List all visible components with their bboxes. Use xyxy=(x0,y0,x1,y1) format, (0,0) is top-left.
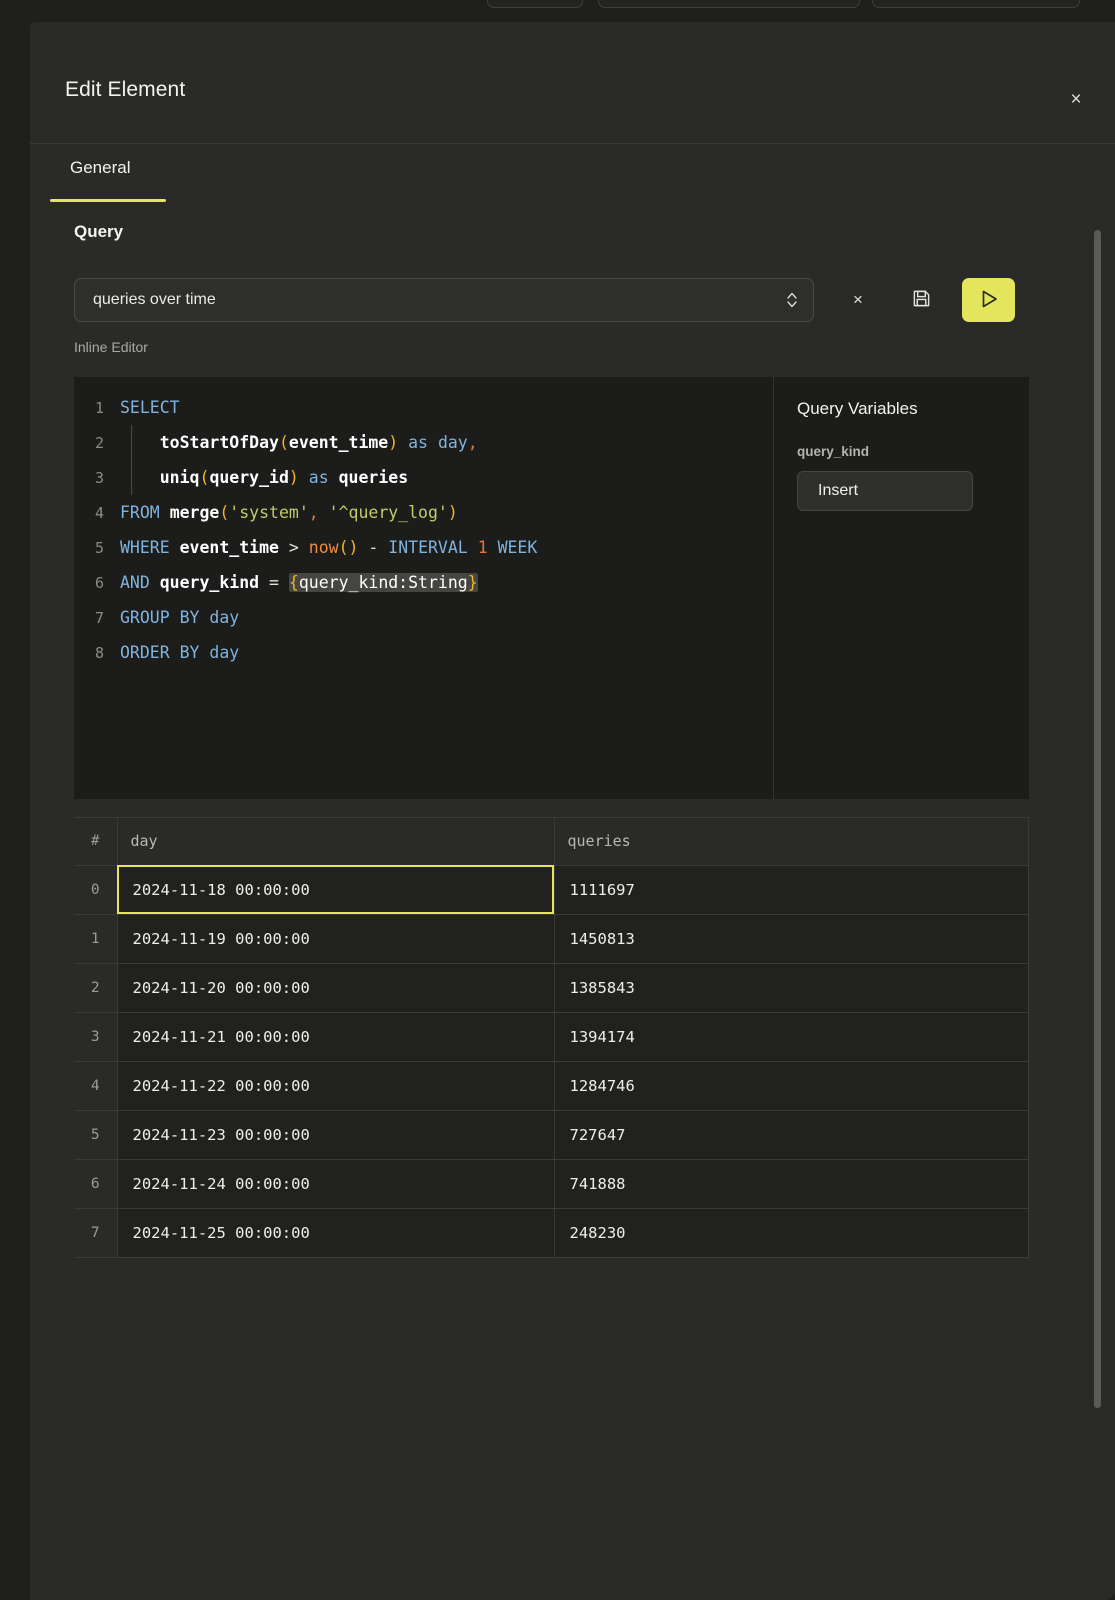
tab-general[interactable]: General xyxy=(70,158,130,192)
line-number: 6 xyxy=(74,574,120,592)
cell-day[interactable]: 2024-11-18 00:00:00 xyxy=(117,865,554,914)
table-row[interactable]: 12024-11-19 00:00:001450813 xyxy=(74,914,1029,963)
row-index-cell: 2 xyxy=(74,963,117,1012)
row-index-cell: 6 xyxy=(74,1159,117,1208)
cell-queries[interactable]: 1450813 xyxy=(554,914,1029,963)
sql-editor-area: 1 SELECT 2 toStartOfDay(event_time) as d… xyxy=(74,377,1029,799)
modal-header: Edit Element × xyxy=(30,22,1115,144)
column-header-day[interactable]: day xyxy=(117,818,554,865)
cell-day[interactable]: 2024-11-21 00:00:00 xyxy=(117,1012,554,1061)
cell-queries[interactable]: 1394174 xyxy=(554,1012,1029,1061)
table-row[interactable]: 32024-11-21 00:00:001394174 xyxy=(74,1012,1029,1061)
cell-day[interactable]: 2024-11-22 00:00:00 xyxy=(117,1061,554,1110)
row-index-cell: 5 xyxy=(74,1110,117,1159)
query-toolbar: queries over time × xyxy=(74,278,1069,322)
insert-variable-button[interactable]: Insert xyxy=(797,471,973,511)
row-index-cell: 4 xyxy=(74,1061,117,1110)
table-row[interactable]: 22024-11-20 00:00:001385843 xyxy=(74,963,1029,1012)
play-triangle-icon xyxy=(978,288,1000,313)
cell-queries[interactable]: 1385843 xyxy=(554,963,1029,1012)
code-text: FROM merge('system', '^query_log') xyxy=(120,503,458,522)
cell-queries[interactable]: 1284746 xyxy=(554,1061,1029,1110)
inline-editor-label: Inline Editor xyxy=(74,339,148,355)
background-field-2[interactable] xyxy=(598,0,860,8)
code-text: WHERE event_time > now() - INTERVAL 1 WE… xyxy=(120,538,537,557)
code-line-7: 7 GROUP BY day xyxy=(74,600,773,635)
background-field-1[interactable] xyxy=(487,0,583,8)
cell-day[interactable]: 2024-11-19 00:00:00 xyxy=(117,914,554,963)
table-row[interactable]: 02024-11-18 00:00:001111697 xyxy=(74,865,1029,914)
code-text: uniq(query_id) as queries xyxy=(120,468,408,487)
code-text: toStartOfDay(event_time) as day, xyxy=(120,433,478,452)
variable-name-query-kind: query_kind xyxy=(797,444,1007,459)
query-select[interactable]: queries over time xyxy=(74,278,814,322)
code-text: SELECT xyxy=(120,398,180,417)
query-variables-title: Query Variables xyxy=(797,399,1007,419)
code-line-2: 2 toStartOfDay(event_time) as day, xyxy=(74,425,773,460)
cell-queries[interactable]: 741888 xyxy=(554,1159,1029,1208)
cell-day[interactable]: 2024-11-23 00:00:00 xyxy=(117,1110,554,1159)
code-line-6: 6 AND query_kind = {query_kind:String} xyxy=(74,565,773,600)
code-text: GROUP BY day xyxy=(120,608,239,627)
table-row[interactable]: 42024-11-22 00:00:001284746 xyxy=(74,1061,1029,1110)
cell-day[interactable]: 2024-11-24 00:00:00 xyxy=(117,1159,554,1208)
line-number: 8 xyxy=(74,644,120,662)
page-title: Edit Element xyxy=(65,78,185,102)
scrollbar-thumb[interactable] xyxy=(1094,230,1101,1408)
code-line-5: 5 WHERE event_time > now() - INTERVAL 1 … xyxy=(74,530,773,565)
results-table: # day queries 02024-11-18 00:00:00111169… xyxy=(74,818,1029,1258)
line-number: 3 xyxy=(74,469,120,487)
column-header-queries[interactable]: queries xyxy=(554,818,1029,865)
cell-day[interactable]: 2024-11-25 00:00:00 xyxy=(117,1208,554,1257)
cell-queries[interactable]: 1111697 xyxy=(554,865,1029,914)
close-icon[interactable]: × xyxy=(1062,85,1090,113)
code-line-1: 1 SELECT xyxy=(74,390,773,425)
chevron-up-down-icon xyxy=(785,289,799,311)
query-section-heading: Query xyxy=(74,222,123,242)
query-variables-pane: Query Variables query_kind Insert xyxy=(774,377,1029,799)
code-text: AND query_kind = {query_kind:String} xyxy=(120,573,478,592)
table-row[interactable]: 72024-11-25 00:00:00248230 xyxy=(74,1208,1029,1257)
results-header-row: # day queries xyxy=(74,818,1029,865)
code-text: ORDER BY day xyxy=(120,643,239,662)
clear-query-button[interactable]: × xyxy=(836,278,880,322)
table-row[interactable]: 62024-11-24 00:00:00741888 xyxy=(74,1159,1029,1208)
results-table-body: 02024-11-18 00:00:00111169712024-11-19 0… xyxy=(74,865,1029,1257)
row-index-cell: 1 xyxy=(74,914,117,963)
floppy-disk-icon xyxy=(912,289,931,311)
edit-element-modal: Edit Element × General Query queries ove… xyxy=(30,22,1115,1600)
background-field-3[interactable] xyxy=(872,0,1080,8)
column-header-index[interactable]: # xyxy=(74,818,117,865)
code-line-3: 3 uniq(query_id) as queries xyxy=(74,460,773,495)
results-table-head: # day queries xyxy=(74,818,1029,865)
tab-bar: General xyxy=(30,144,1115,206)
table-row[interactable]: 52024-11-23 00:00:00727647 xyxy=(74,1110,1029,1159)
line-number: 1 xyxy=(74,399,120,417)
cell-queries[interactable]: 248230 xyxy=(554,1208,1029,1257)
sql-code-pane[interactable]: 1 SELECT 2 toStartOfDay(event_time) as d… xyxy=(74,377,774,799)
cell-day[interactable]: 2024-11-20 00:00:00 xyxy=(117,963,554,1012)
results-table-wrapper: # day queries 02024-11-18 00:00:00111169… xyxy=(74,817,1029,1301)
cell-queries[interactable]: 727647 xyxy=(554,1110,1029,1159)
line-number: 4 xyxy=(74,504,120,522)
query-select-value: queries over time xyxy=(93,291,785,309)
results-table-footer xyxy=(74,1258,1029,1301)
line-number: 2 xyxy=(74,434,120,452)
line-number: 7 xyxy=(74,609,120,627)
row-index-cell: 0 xyxy=(74,865,117,914)
page-root: Edit Element × General Query queries ove… xyxy=(0,0,1115,1600)
line-number: 5 xyxy=(74,539,120,557)
row-index-cell: 3 xyxy=(74,1012,117,1061)
save-query-button[interactable] xyxy=(899,278,943,322)
modal-scrollbar[interactable] xyxy=(1094,230,1101,1420)
code-line-4: 4 FROM merge('system', '^query_log') xyxy=(74,495,773,530)
code-line-8: 8 ORDER BY day xyxy=(74,635,773,670)
run-query-button[interactable] xyxy=(962,278,1015,322)
tab-active-indicator xyxy=(50,199,166,202)
row-index-cell: 7 xyxy=(74,1208,117,1257)
